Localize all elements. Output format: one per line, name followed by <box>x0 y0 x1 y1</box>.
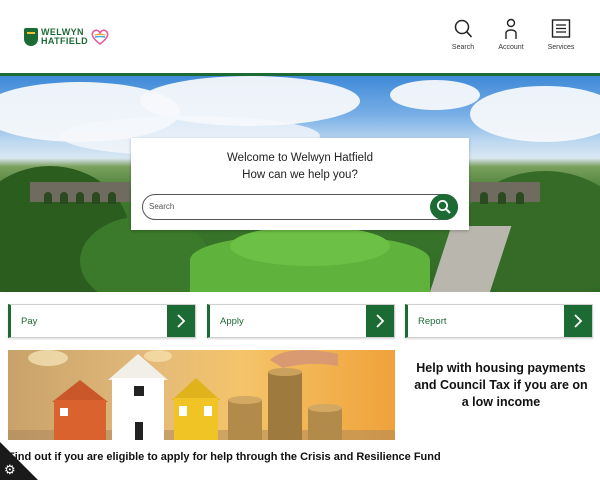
welcome-line-2: How can we help you? <box>242 169 358 181</box>
site-search-input[interactable]: Search <box>142 194 458 220</box>
viaduct-arch <box>76 192 84 204</box>
logo-line-2: HATFIELD <box>41 36 89 46</box>
pay-button[interactable]: Pay <box>8 304 196 338</box>
viaduct-arch <box>516 192 524 204</box>
site-header: WELWYN HATFIELD Search Account Services <box>0 0 600 74</box>
gear-icon: ⚙ <box>4 462 16 477</box>
heart-icon <box>91 29 109 46</box>
search-submit-button[interactable] <box>430 194 458 220</box>
report-label: Report <box>418 316 447 327</box>
pay-label: Pay <box>21 316 38 327</box>
viaduct-arch <box>498 192 506 204</box>
report-button[interactable]: Report <box>405 304 593 338</box>
logo-wordmark: WELWYN HATFIELD <box>41 28 88 46</box>
council-crest-icon <box>24 28 38 46</box>
housing-coins-image[interactable] <box>8 350 395 440</box>
nav-account[interactable]: Account <box>491 18 531 58</box>
promo-heading: Help with housing payments and Council T… <box>414 361 588 409</box>
welcome-heading: Welcome to Welwyn Hatfield How can we he… <box>131 150 469 184</box>
cloud-shape <box>470 86 600 142</box>
viaduct-arch <box>108 192 116 204</box>
houses-and-coins-illustration <box>8 350 395 440</box>
account-icon <box>505 18 517 39</box>
nav-services-label: Services <box>547 44 575 51</box>
search-placeholder: Search <box>149 202 175 211</box>
chevron-right-icon <box>366 305 394 337</box>
council-logo[interactable]: WELWYN HATFIELD <box>24 26 110 48</box>
nav-search-label: Search <box>451 44 475 51</box>
search-icon <box>454 19 473 38</box>
cloud-shape <box>390 80 480 110</box>
apply-button[interactable]: Apply <box>207 304 395 338</box>
services-icon <box>551 19 571 38</box>
chevron-right-icon <box>564 305 592 337</box>
crisis-resilience-fund-link[interactable]: Find out if you are eligible to apply fo… <box>8 451 441 463</box>
chevron-right-icon <box>167 305 195 337</box>
viaduct-arch <box>44 192 52 204</box>
green-field <box>230 226 390 266</box>
apply-label: Apply <box>220 316 244 327</box>
viaduct-arch <box>60 192 68 204</box>
nav-services[interactable]: Services <box>541 18 581 58</box>
nav-search[interactable]: Search <box>443 18 483 58</box>
welcome-line-1: Welcome to Welwyn Hatfield <box>227 152 373 164</box>
cookie-settings-button[interactable]: ⚙ <box>0 442 38 480</box>
nav-account-label: Account <box>498 44 524 51</box>
search-icon <box>437 200 451 214</box>
welcome-search-card: Welcome to Welwyn Hatfield How can we he… <box>131 138 469 230</box>
viaduct-arch <box>92 192 100 204</box>
viaduct-arch <box>480 192 488 204</box>
